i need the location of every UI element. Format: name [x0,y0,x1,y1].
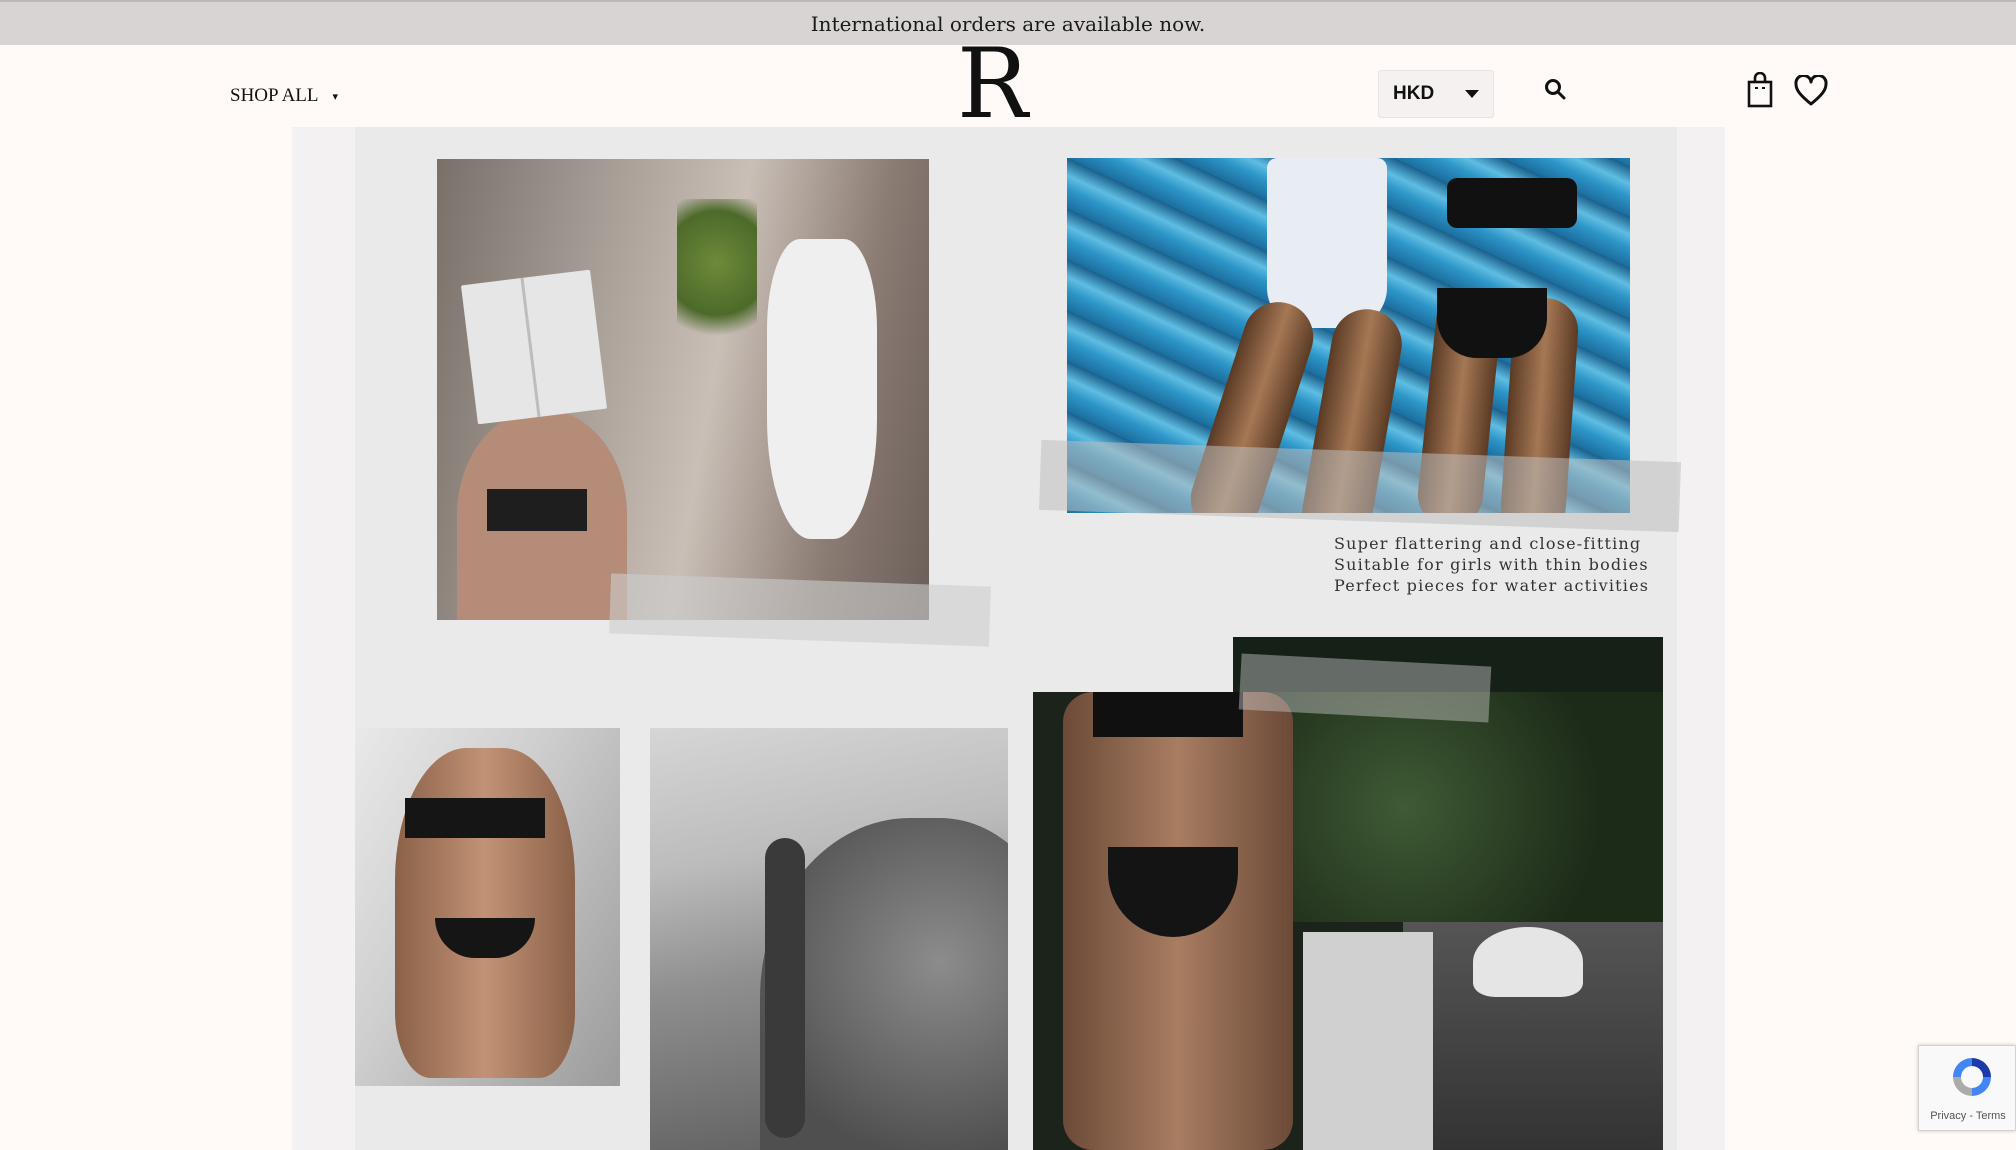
recaptcha-links: Privacy - Terms [1919,1110,2016,1122]
shop-all-menu[interactable]: SHOP ALL ▾ [230,85,338,107]
caption-line: Suitable for girls with thin bodies [1334,555,1649,574]
terms-link[interactable]: Terms [1976,1110,2006,1122]
logo-letter: R [957,45,1030,125]
separator: - [1966,1110,1976,1122]
collage-caption: Super flattering and close-fitting Suita… [1334,533,1654,596]
photo-bw-rock [650,728,1008,1150]
shop-all-label: SHOP ALL [230,85,319,106]
caption-line: Super flattering and close-fitting [1334,534,1642,553]
shopping-bag-icon[interactable] [1746,72,1774,108]
caption-line: Perfect pieces for water activities [1334,576,1650,595]
currency-selector[interactable]: HKD [1378,70,1494,118]
dropdown-arrow-icon [1465,90,1479,98]
site-header: SHOP ALL ▾ R HKD [0,45,2016,127]
recaptcha-badge[interactable]: Privacy - Terms [1918,1045,2016,1131]
recaptcha-icon [1953,1058,1991,1096]
privacy-link[interactable]: Privacy [1930,1110,1966,1122]
announcement-bar: International orders are available now. [0,0,2016,45]
announcement-text: International orders are available now. [810,11,1206,36]
search-icon[interactable] [1543,77,1567,101]
caret-down-icon: ▾ [332,90,339,103]
photo-black-bikini-poolside [1033,692,1663,1150]
photo-black-bikini-lounger [355,728,620,1086]
currency-value: HKD [1393,83,1435,104]
heart-icon[interactable] [1794,75,1828,107]
brand-logo[interactable]: R [955,45,1030,125]
photo-book-and-white-swimsuit [437,159,929,620]
